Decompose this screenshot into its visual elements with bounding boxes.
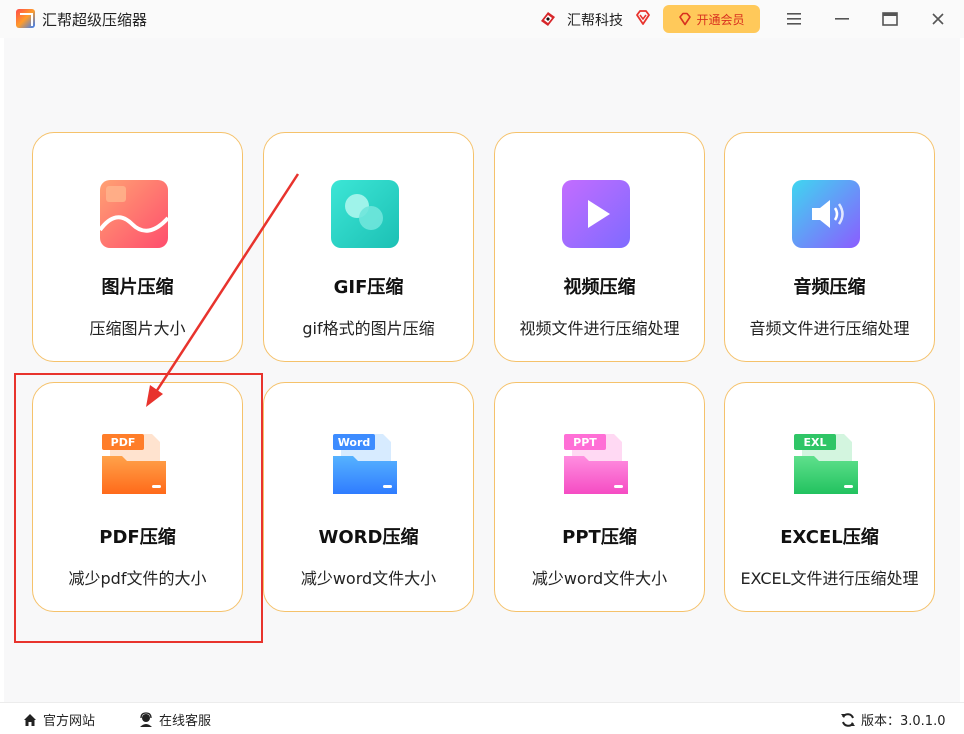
app-title: 汇帮超级压缩器 [42,11,148,29]
version-label: 版本：3.0.1.0 [861,714,946,729]
official-website-label: 官方网站 [43,714,96,729]
diamond-badge-icon [636,10,650,25]
image-compress-card[interactable]: 图片压缩 压缩图片大小 [32,132,243,362]
image-icon [98,180,170,248]
card-title: WORD压缩 [318,527,419,548]
ppt-compress-card[interactable]: PPT PPT压缩 减少word文件大小 [494,382,705,612]
audio-compress-card[interactable]: 音频压缩 音频文件进行压缩处理 [724,132,935,362]
card-title: 音频压缩 [793,277,866,298]
card-desc: 减少pdf文件的大小 [68,569,207,588]
vip-diamond-icon [679,12,692,26]
card-title: EXCEL压缩 [780,527,879,548]
card-desc: 减少word文件大小 [531,569,668,588]
gif-icon [331,180,399,248]
card-desc: EXCEL文件进行压缩处理 [740,569,919,588]
word-compress-card[interactable]: Word WORD压缩 减少word文件大小 [263,382,474,612]
card-desc: 减少word文件大小 [300,569,437,588]
word-badge-text: Word [338,436,371,449]
vip-button[interactable]: 开通会员 [663,5,760,33]
close-button[interactable] [927,8,949,30]
menu-button[interactable] [783,8,805,30]
card-title: PPT压缩 [562,527,637,548]
card-title: GIF压缩 [333,277,404,298]
card-desc: 视频文件进行压缩处理 [519,319,680,338]
minimize-icon [835,18,849,20]
video-compress-card[interactable]: 视频压缩 视频文件进行压缩处理 [494,132,705,362]
maximize-icon [882,12,898,26]
excel-compress-card[interactable]: EXL EXCEL压缩 EXCEL文件进行压缩处理 [724,382,935,612]
app-logo-icon [16,9,35,28]
card-title: 图片压缩 [101,277,174,298]
word-icon: Word [333,434,397,494]
card-desc: 压缩图片大小 [89,319,186,338]
footer-bar: 官方网站 在线客服 版本：3.0.1.0 [0,702,964,734]
audio-icon [792,180,860,248]
ppt-icon: PPT [564,434,628,494]
customer-service-icon [140,711,152,727]
gif-compress-card[interactable]: GIF压缩 gif格式的图片压缩 [263,132,474,362]
ppt-badge-text: PPT [573,436,597,449]
close-icon [932,13,944,25]
card-desc: 音频文件进行压缩处理 [749,319,910,338]
card-title: 视频压缩 [563,277,636,298]
vip-button-label: 开通会员 [696,12,745,27]
pdf-icon: PDF [102,434,166,494]
official-website-link[interactable]: 官方网站 [22,710,95,729]
card-desc: gif格式的图片压缩 [302,319,435,338]
excel-icon: EXL [794,434,858,494]
video-icon [562,180,630,248]
minimize-button[interactable] [831,8,853,30]
home-icon [24,713,36,726]
online-service-label: 在线客服 [159,714,212,729]
title-bar: 汇帮超级压缩器 汇帮科技 开通会员 [0,0,964,38]
brand-name: 汇帮科技 [567,13,623,29]
card-title: PDF压缩 [99,527,176,548]
pdf-badge-text: PDF [111,436,136,449]
excel-badge-text: EXL [803,436,826,449]
hamburger-menu-icon [787,13,801,25]
pdf-compress-card[interactable]: PDF PDF压缩 减少pdf文件的大小 [32,382,243,612]
online-service-link[interactable]: 在线客服 [138,710,211,729]
version-info: 版本：3.0.1.0 [840,710,945,729]
maximize-button[interactable] [879,8,901,30]
brand-logo-icon [541,12,555,26]
refresh-icon [841,712,855,727]
